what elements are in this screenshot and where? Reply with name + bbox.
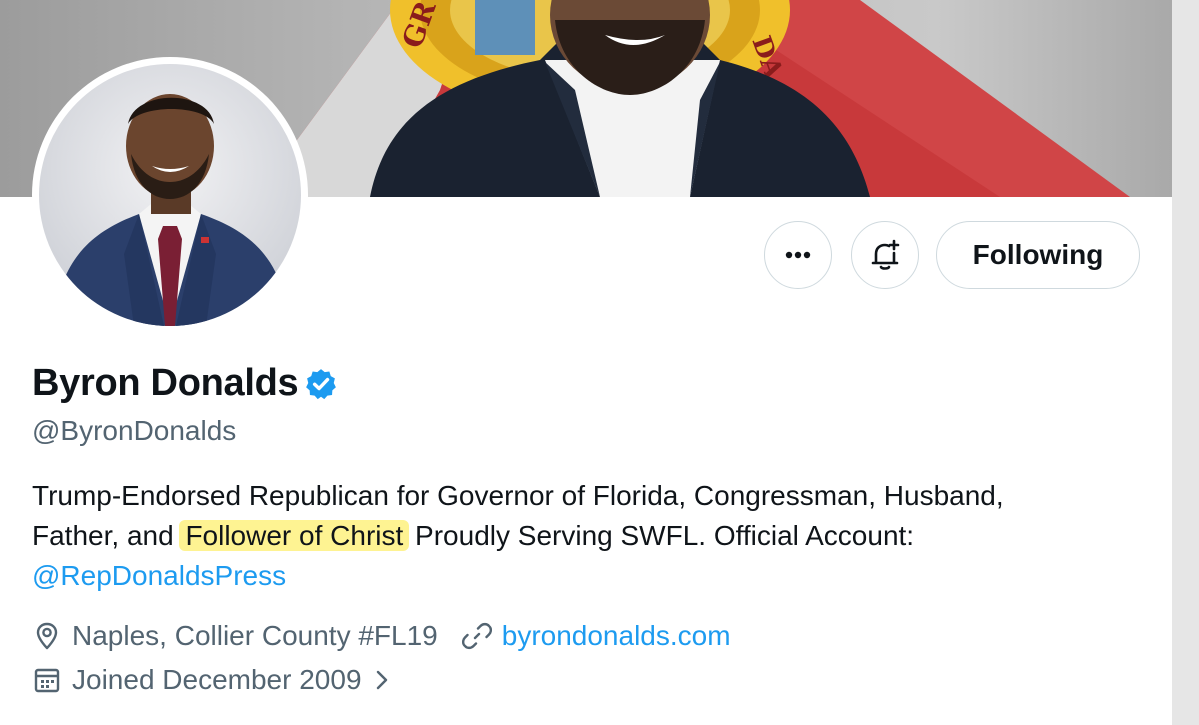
joined-row: Joined December 2009 [32, 664, 404, 696]
joined-date[interactable]: Joined December 2009 [32, 664, 404, 696]
bell-plus-icon [871, 239, 900, 270]
bio-line-1: Trump-Endorsed Republican for Governor o… [32, 480, 1004, 511]
location-pin-icon [36, 622, 58, 650]
joined-text: Joined December 2009 [72, 664, 362, 695]
notifications-button[interactable] [851, 221, 919, 289]
profile-page: GR DA Following Byron Donalds @ByronDona… [0, 0, 1172, 725]
profile-avatar[interactable] [32, 57, 308, 333]
bio-highlight: Follower of Christ [179, 520, 410, 551]
name-row: Byron Donalds [32, 362, 338, 405]
more-options-button[interactable] [764, 221, 832, 289]
user-handle: @ByronDonalds [32, 415, 237, 446]
right-gutter [1172, 0, 1199, 725]
link-icon [461, 622, 492, 650]
website[interactable]: byrondonalds.com [461, 620, 731, 652]
following-button[interactable]: Following [936, 221, 1140, 289]
more-horizontal-icon [785, 251, 811, 259]
verified-badge-icon[interactable] [304, 367, 338, 401]
bio-mention-link[interactable]: @RepDonaldsPress [32, 560, 286, 591]
bio-text: Proudly Serving SWFL. Official Account: [407, 520, 915, 551]
website-link[interactable]: byrondonalds.com [502, 620, 731, 652]
bio-text: Father, and [32, 520, 182, 551]
profile-meta: Naples, Collier County #FL19 byrondonald… [32, 620, 731, 652]
avatar-image [39, 64, 301, 326]
profile-bio: Trump-Endorsed Republican for Governor o… [32, 476, 1122, 596]
calendar-icon [34, 668, 60, 693]
chevron-right-icon [376, 670, 387, 690]
location-text: Naples, Collier County #FL19 [72, 620, 438, 651]
display-name: Byron Donalds [32, 362, 299, 404]
location: Naples, Collier County #FL19 [32, 620, 438, 652]
